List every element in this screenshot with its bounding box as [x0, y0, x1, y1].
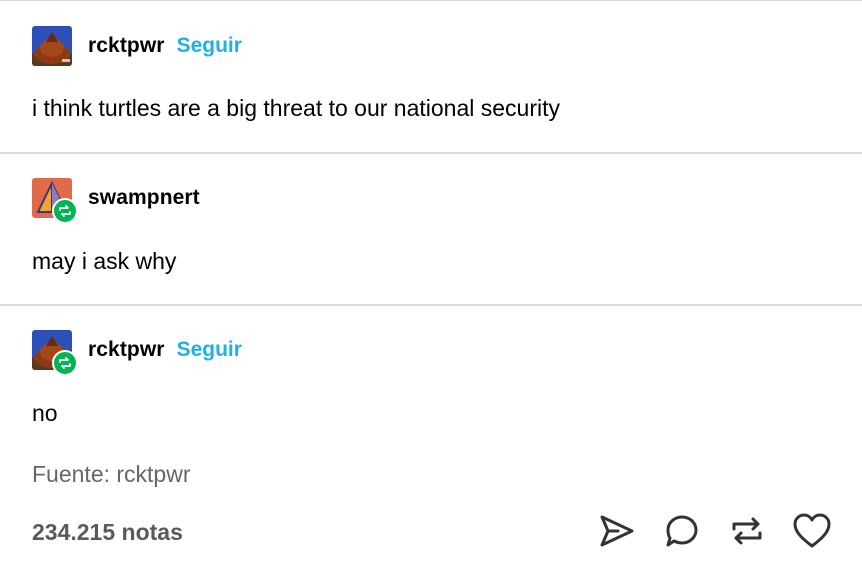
turtle-avatar-icon [32, 26, 72, 66]
post-header-3: rcktpwr Seguir [32, 330, 242, 376]
post-text: i think turtles are a big threat to our … [32, 95, 561, 121]
reblog-button[interactable] [725, 509, 769, 553]
divider [0, 304, 862, 306]
reblog-badge-icon [52, 198, 78, 224]
share-icon [600, 515, 634, 547]
notes-count[interactable]: 234.215 notas [32, 519, 183, 546]
post-text: may i ask why [32, 248, 177, 274]
source-link[interactable]: Fuente: rcktpwr [32, 461, 191, 488]
post-header-2: swampnert [32, 178, 200, 224]
follow-button[interactable]: Seguir [177, 34, 242, 58]
post-actions [574, 509, 834, 553]
post-header-1: rcktpwr Seguir [32, 26, 242, 66]
reply-button[interactable] [660, 509, 704, 553]
top-border [0, 0, 862, 1]
share-button[interactable] [595, 509, 639, 553]
username[interactable]: swampnert [88, 186, 200, 210]
avatar[interactable] [32, 330, 78, 376]
avatar[interactable] [32, 178, 78, 224]
username[interactable]: rcktpwr [88, 34, 165, 58]
reblog-icon [732, 517, 762, 545]
follow-button[interactable]: Seguir [177, 338, 242, 362]
divider [0, 152, 862, 154]
tumblr-post: rcktpwr Seguir i think turtles are a big… [0, 0, 862, 570]
reblog-badge-icon [52, 350, 78, 376]
like-icon [793, 513, 831, 548]
post-text: no [32, 400, 58, 426]
avatar[interactable] [32, 26, 72, 66]
reply-icon [666, 515, 698, 547]
username[interactable]: rcktpwr [88, 338, 165, 362]
like-button[interactable] [790, 509, 834, 553]
